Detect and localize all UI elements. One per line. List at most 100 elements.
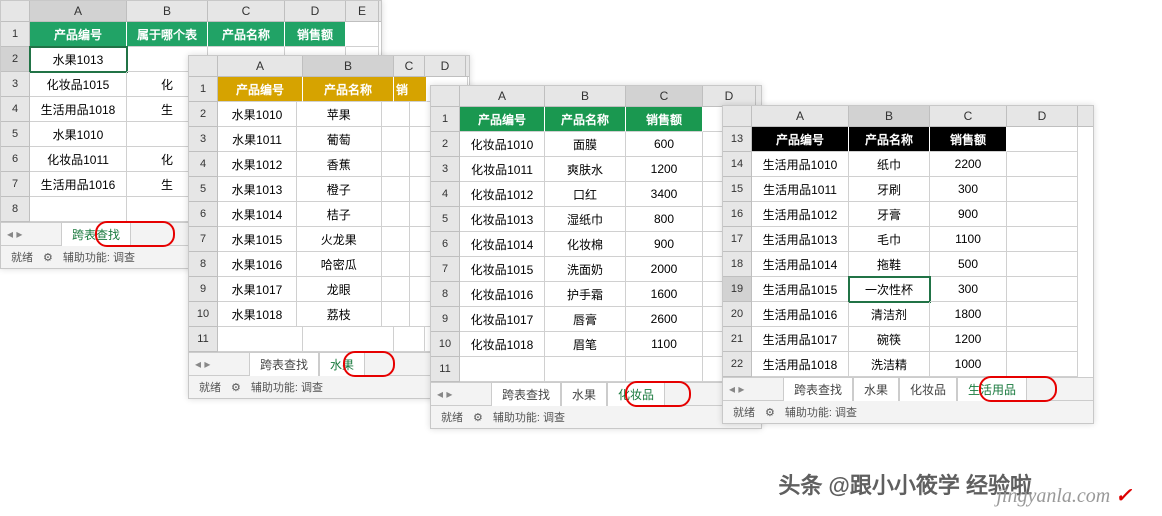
cell[interactable] [382, 277, 411, 302]
cell[interactable]: 水果1018 [218, 302, 297, 327]
tab-nav-arrows[interactable]: ◂ ▸ [437, 387, 452, 401]
sheet-tab[interactable]: 水果 [319, 352, 365, 376]
row-head[interactable]: 1 [431, 107, 460, 132]
cell[interactable]: 水果1012 [218, 152, 297, 177]
cell[interactable] [30, 197, 127, 222]
cell[interactable]: 生活用品1010 [752, 152, 849, 177]
cell[interactable]: 口红 [545, 182, 626, 207]
cell[interactable]: 2200 [930, 152, 1007, 177]
col-B[interactable]: B [303, 56, 394, 76]
row-head[interactable]: 7 [189, 227, 218, 252]
sheet-tab[interactable]: 水果 [561, 382, 607, 406]
cell[interactable]: 荔枝 [297, 302, 382, 327]
row-head[interactable]: 8 [189, 252, 218, 277]
row-head[interactable]: 5 [431, 207, 460, 232]
cell[interactable] [382, 227, 411, 252]
cell[interactable]: 1100 [930, 227, 1007, 252]
row-head[interactable]: 6 [189, 202, 218, 227]
header-cell[interactable]: 产品编号 [752, 127, 849, 152]
cell[interactable]: 爽肤水 [545, 157, 626, 182]
header-cell[interactable]: 产品名称 [208, 22, 285, 47]
cell[interactable]: 900 [930, 202, 1007, 227]
cell[interactable]: 生活用品1016 [30, 172, 127, 197]
cell[interactable]: 化妆品1014 [460, 232, 545, 257]
cell[interactable]: 1200 [626, 157, 703, 182]
row-head[interactable]: 11 [431, 357, 460, 382]
cell[interactable]: 化妆品1011 [30, 147, 127, 172]
cell[interactable] [382, 252, 411, 277]
cell[interactable]: 1100 [626, 332, 703, 357]
sheet-tab[interactable]: 化妆品 [899, 377, 957, 401]
cell[interactable]: 500 [930, 252, 1007, 277]
header-cell[interactable]: 销 [394, 77, 427, 102]
row-head[interactable]: 2 [189, 102, 218, 127]
cell[interactable]: 水果1013 [30, 47, 127, 72]
row-head[interactable]: 2 [1, 47, 30, 72]
cell[interactable]: 水果1013 [218, 177, 297, 202]
sheet-tab[interactable]: 跨表查找 [249, 352, 319, 376]
header-cell[interactable]: 产品名称 [303, 77, 394, 102]
cell[interactable]: 1000 [930, 352, 1007, 377]
cell[interactable]: 3400 [626, 182, 703, 207]
cell[interactable]: 化妆品1010 [460, 132, 545, 157]
col-D[interactable]: D [703, 86, 756, 106]
row-head[interactable]: 3 [189, 127, 218, 152]
row-head[interactable]: 15 [723, 177, 752, 202]
col-B[interactable]: B [127, 1, 208, 21]
cell[interactable] [1007, 277, 1078, 302]
cell[interactable]: 生活用品1017 [752, 327, 849, 352]
cell[interactable]: 护手霜 [545, 282, 626, 307]
cell[interactable]: 水果1010 [218, 102, 297, 127]
cell[interactable]: 生活用品1018 [752, 352, 849, 377]
row-head[interactable]: 9 [431, 307, 460, 332]
row-head[interactable]: 10 [189, 302, 218, 327]
col-E[interactable]: E [346, 1, 379, 21]
header-cell[interactable]: 属于哪个表 [127, 22, 208, 47]
cell[interactable] [1007, 202, 1078, 227]
row-head[interactable]: 18 [723, 252, 752, 277]
cell[interactable]: 900 [626, 232, 703, 257]
col-D[interactable]: D [285, 1, 346, 21]
cell[interactable]: 香蕉 [297, 152, 382, 177]
cell[interactable]: 生活用品1012 [752, 202, 849, 227]
select-all-corner[interactable] [1, 1, 30, 21]
col-A[interactable]: A [460, 86, 545, 106]
row-head[interactable]: 4 [1, 97, 30, 122]
cell[interactable]: 化妆品1016 [460, 282, 545, 307]
row-head[interactable]: 6 [431, 232, 460, 257]
cell[interactable] [382, 127, 411, 152]
header-cell[interactable]: 产品名称 [545, 107, 626, 132]
cell[interactable]: 生活用品1018 [30, 97, 127, 122]
cell[interactable]: 生活用品1011 [752, 177, 849, 202]
row-head[interactable]: 17 [723, 227, 752, 252]
row-head[interactable]: 8 [1, 197, 30, 222]
cell[interactable]: 面膜 [545, 132, 626, 157]
cell[interactable]: 2000 [626, 257, 703, 282]
cell[interactable]: 唇膏 [545, 307, 626, 332]
cell[interactable]: 化妆品1013 [460, 207, 545, 232]
row-head[interactable]: 5 [1, 122, 30, 147]
sheet-tab[interactable]: 跨表查找 [783, 377, 853, 401]
cell[interactable]: 化妆棉 [545, 232, 626, 257]
row-head[interactable]: 1 [1, 22, 30, 47]
cell[interactable]: 哈密瓜 [297, 252, 382, 277]
cell[interactable]: 水果1010 [30, 122, 127, 147]
cell[interactable] [1007, 177, 1078, 202]
row-head[interactable]: 7 [431, 257, 460, 282]
row-head[interactable]: 7 [1, 172, 30, 197]
cell[interactable]: 苹果 [297, 102, 382, 127]
cell[interactable]: 湿纸巾 [545, 207, 626, 232]
header-cell[interactable]: 产品编号 [218, 77, 303, 102]
cell[interactable]: 水果1016 [218, 252, 297, 277]
col-C[interactable]: C [626, 86, 703, 106]
cell[interactable]: 生活用品1013 [752, 227, 849, 252]
select-all-corner[interactable] [189, 56, 218, 76]
cell[interactable]: 纸巾 [849, 152, 930, 177]
row-head[interactable]: 21 [723, 327, 752, 352]
cell[interactable]: 洗面奶 [545, 257, 626, 282]
cell[interactable]: 碗筷 [849, 327, 930, 352]
row-head[interactable]: 6 [1, 147, 30, 172]
col-B[interactable]: B [545, 86, 626, 106]
cell[interactable]: 牙刷 [849, 177, 930, 202]
cell[interactable]: 生活用品1015 [752, 277, 849, 302]
